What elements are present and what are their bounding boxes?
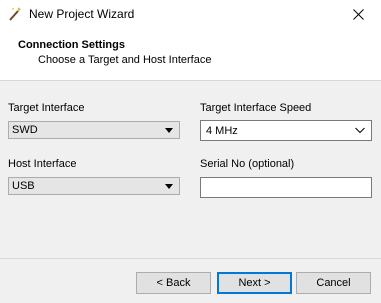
next-button[interactable]: Next > [217, 272, 292, 294]
serial-no-label: Serial No (optional) [200, 158, 295, 170]
target-speed-label: Target Interface Speed [200, 102, 312, 114]
host-interface-value: USB [12, 180, 35, 192]
dropdown-arrow-icon [165, 128, 173, 133]
close-icon [352, 9, 364, 20]
back-button[interactable]: < Back [136, 272, 211, 294]
cancel-button[interactable]: Cancel [296, 272, 371, 294]
dropdown-arrow-icon [165, 184, 173, 189]
window-title: New Project Wizard [29, 7, 135, 21]
page-title: Connection Settings [18, 39, 125, 51]
target-speed-value: 4 MHz [206, 125, 238, 137]
cancel-button-label: Cancel [316, 277, 351, 289]
host-interface-label: Host Interface [8, 158, 77, 170]
next-button-label: Next > [238, 277, 271, 289]
title-bar: New Project Wizard [0, 0, 381, 29]
close-button[interactable] [335, 0, 381, 29]
chevron-down-icon [355, 127, 365, 134]
target-interface-select[interactable]: SWD [8, 121, 180, 139]
host-interface-select[interactable]: USB [8, 177, 180, 195]
target-interface-value: SWD [12, 124, 38, 136]
wand-icon [9, 7, 21, 21]
wizard-header: Connection Settings Choose a Target and … [0, 29, 381, 81]
target-speed-select[interactable]: 4 MHz [200, 120, 372, 141]
target-interface-label: Target Interface [8, 102, 85, 114]
back-button-label: < Back [156, 277, 191, 289]
page-subtitle: Choose a Target and Host Interface [38, 54, 212, 66]
serial-no-input[interactable] [200, 177, 372, 198]
footer-divider [0, 258, 381, 259]
